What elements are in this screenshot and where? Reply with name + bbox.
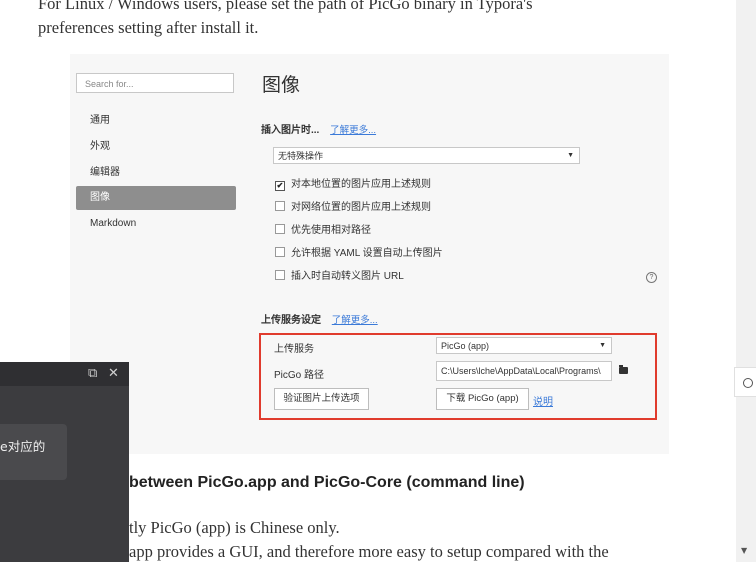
side-widget[interactable] — [734, 367, 756, 397]
insert-learn-more-link[interactable]: 了解更多... — [330, 125, 376, 136]
verify-upload-button[interactable]: 验证图片上传选项 — [274, 388, 369, 410]
checkbox-row[interactable]: 优先使用相对路径 — [275, 224, 371, 238]
download-picgo-button[interactable]: 下载 PicGo (app) — [436, 388, 529, 410]
insert-image-label: 插入图片时... — [261, 125, 320, 136]
scrollbar[interactable] — [736, 0, 756, 562]
checkbox-row[interactable]: 插入时自动转义图片 URL — [275, 270, 404, 284]
upload-service-settings-label: 上传服务设定 — [261, 315, 321, 326]
checkbox-row[interactable]: ✔ 对本地位置的图片应用上述规则 — [275, 178, 431, 192]
checkbox-label: 优先使用相对路径 — [291, 225, 371, 236]
insert-image-section: 插入图片时... 了解更多... — [261, 121, 376, 136]
checkbox[interactable] — [275, 247, 285, 257]
intro-paragraph: For Linux / Windows users, please set th… — [38, 0, 718, 40]
upload-service-select[interactable]: PicGo (app) ▼ — [436, 337, 612, 354]
insert-action-value: 无特殊操作 — [278, 151, 324, 161]
nav-item-editor[interactable]: 编辑器 — [76, 161, 236, 185]
nav-item-markdown[interactable]: Markdown — [76, 212, 236, 236]
explain-link[interactable]: 说明 — [533, 393, 553, 408]
upload-learn-more-link[interactable]: 了解更多... — [332, 315, 378, 326]
intro-line-2: preferences setting after install it. — [38, 18, 259, 37]
body-line-1: tly PicGo (app) is Chinese only. — [129, 518, 340, 537]
section-heading: between PicGo.app and PicGo-Core (comman… — [129, 474, 525, 491]
checkbox[interactable] — [275, 201, 285, 211]
upload-service-label: 上传服务 — [274, 344, 314, 355]
circle-icon — [743, 378, 753, 388]
chevron-down-icon: ▼ — [567, 152, 574, 159]
intro-line-1: For Linux / Windows users, please set th… — [38, 0, 533, 13]
upload-section: 上传服务设定 了解更多... — [261, 311, 378, 326]
floating-panel-text: e对应的 — [0, 439, 46, 454]
checkbox-checked[interactable]: ✔ — [275, 181, 285, 191]
close-icon[interactable]: ✕ — [108, 367, 119, 381]
search-input[interactable]: Search for... — [76, 73, 234, 93]
insert-action-select[interactable]: 无特殊操作 ▼ — [273, 147, 580, 164]
checkbox-row[interactable]: 允许根据 YAML 设置自动上传图片 — [275, 247, 443, 261]
checkbox[interactable] — [275, 224, 285, 234]
checkbox-row[interactable]: 对网络位置的图片应用上述规则 — [275, 201, 431, 215]
floating-panel-card[interactable]: e对应的 — [0, 424, 67, 480]
nav-item-appearance[interactable]: 外观 — [76, 135, 236, 159]
typora-preferences-screenshot: Search for... 通用 外观 编辑器 图像 Markdown 图像 插… — [70, 54, 669, 454]
pane-title: 图像 — [262, 75, 301, 96]
scroll-down-arrow[interactable]: ▼ — [741, 546, 747, 555]
checkbox[interactable] — [275, 270, 285, 280]
restore-icon[interactable]: ⧉ — [88, 367, 97, 381]
nav-item-image[interactable]: 图像 — [76, 186, 236, 210]
folder-icon[interactable] — [619, 365, 628, 374]
help-icon[interactable]: ? — [646, 272, 657, 283]
body-line-2: app provides a GUI, and therefore more e… — [129, 542, 609, 561]
body-paragraph: tly PicGo (app) is Chinese only. app pro… — [129, 516, 609, 564]
floating-panel: ⧉ ✕ e对应的 — [0, 362, 129, 562]
checkbox-label: 对本地位置的图片应用上述规则 — [291, 179, 431, 190]
checkbox-label: 允许根据 YAML 设置自动上传图片 — [291, 248, 443, 259]
floating-panel-titlebar[interactable]: ⧉ ✕ — [0, 362, 129, 386]
checkbox-label: 对网络位置的图片应用上述规则 — [291, 202, 431, 213]
chevron-down-icon: ▼ — [599, 342, 606, 349]
upload-service-value: PicGo (app) — [441, 341, 490, 351]
nav-item-general[interactable]: 通用 — [76, 109, 236, 133]
picgo-path-label: PicGo 路径 — [274, 370, 325, 381]
checkbox-label: 插入时自动转义图片 URL — [291, 271, 404, 282]
picgo-path-input[interactable]: C:\Users\lche\AppData\Local\Programs\ — [436, 361, 612, 381]
